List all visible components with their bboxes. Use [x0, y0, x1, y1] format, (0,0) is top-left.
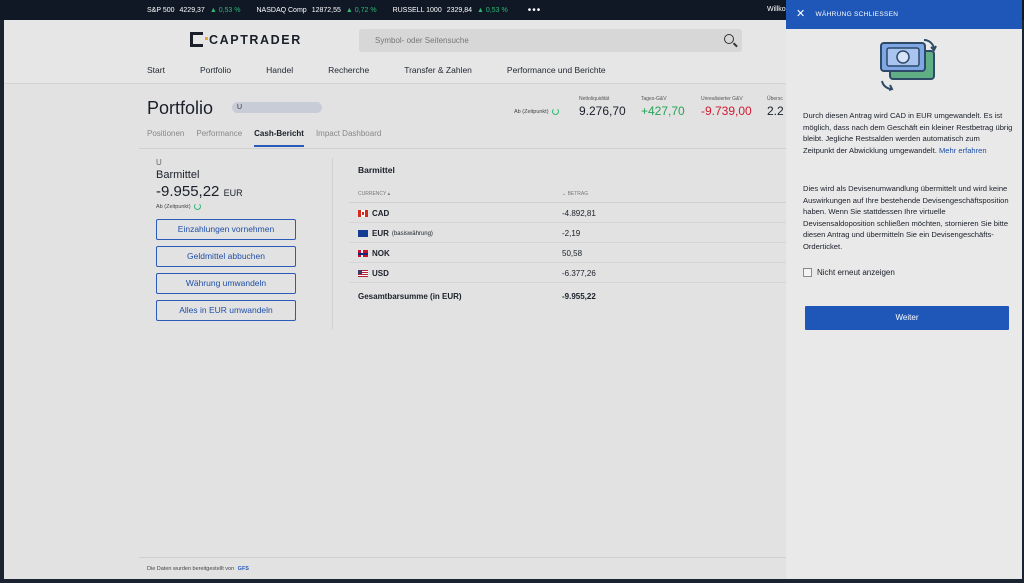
main-page: CAPTRADER Symbol- oder Seitensuche Start…	[4, 20, 786, 579]
tab-cash-bericht[interactable]: Cash-Bericht	[254, 129, 304, 147]
table-row[interactable]: NOK 50,58	[349, 243, 786, 263]
ticker-item-nasdaq[interactable]: NASDAQ Comp 12872,55 ▲ 0,72 %	[257, 7, 377, 14]
ticker-item-russell[interactable]: RUSSELL 1000 2329,84 ▲ 0,53 %	[393, 7, 508, 14]
dont-show-again-row[interactable]: Nicht erneut anzeigen	[803, 268, 895, 277]
currency-exchange-icon	[880, 38, 937, 91]
tabs-divider	[139, 148, 786, 149]
deposit-button[interactable]: Einzahlungen vornehmen	[156, 219, 296, 240]
cash-table-header: CURRENCY ▴ ⌄ BETRAG	[349, 181, 786, 203]
portfolio-tabs: Positionen Performance Cash-Bericht Impa…	[147, 129, 393, 147]
cash-table-title: Barmittel	[358, 165, 395, 175]
metric-excess: Übersc 2.2	[767, 96, 784, 118]
learn-more-link[interactable]: Mehr erfahren	[939, 146, 987, 155]
table-total-row: Gesamtbarsumme (in EUR) -9.955,22	[358, 292, 596, 301]
nav-item-portfolio[interactable]: Portfolio	[200, 65, 231, 75]
col-currency-header[interactable]: CURRENCY ▴	[358, 191, 390, 197]
table-row[interactable]: CAD -4.892,81	[349, 203, 786, 223]
footer-divider	[139, 557, 786, 558]
welcome-text: Willko	[767, 6, 786, 13]
usa-flag-icon	[358, 270, 368, 277]
continue-button[interactable]: Weiter	[805, 306, 1009, 330]
eu-flag-icon	[358, 230, 368, 237]
data-provider-footer: Die Daten wurden bereitgestellt von GFS	[147, 566, 249, 572]
cash-table-panel: Barmittel CURRENCY ▴ ⌄ BETRAG CAD -4.892…	[349, 165, 786, 309]
ticker-item-sp500[interactable]: S&P 500 4229,37 ▲ 0,53 %	[147, 7, 241, 14]
col-amount-header[interactable]: ⌄ BETRAG	[562, 191, 588, 197]
canada-flag-icon	[358, 210, 368, 217]
nav-item-start[interactable]: Start	[147, 65, 165, 75]
drawer-title: WÄHRUNG SCHLIESSEN	[815, 11, 899, 18]
account-id: U	[156, 158, 162, 167]
main-nav: Start Portfolio Handel Recherche Transfe…	[147, 65, 641, 75]
nav-item-transfer[interactable]: Transfer & Zahlen	[404, 65, 472, 75]
convert-all-eur-button[interactable]: Alles in EUR umwandeln	[156, 300, 296, 321]
dont-show-again-checkbox[interactable]	[803, 268, 812, 277]
metric-daily-pnl: Tages-G&V +427,70	[641, 96, 685, 118]
page-title: Portfolio	[147, 98, 214, 118]
close-icon[interactable]: ✕	[796, 9, 806, 20]
ticker-more-icon[interactable]: •••	[528, 5, 542, 16]
drawer-paragraph-2: Dies wird als Devisenumwandlung übermitt…	[803, 184, 1009, 251]
cash-summary-panel: U Barmittel -9.955,22 EUR Ab (Zeitpunkt)…	[156, 158, 316, 321]
refresh-icon[interactable]	[552, 108, 560, 115]
norway-flag-icon	[358, 250, 368, 257]
refresh-icon[interactable]	[194, 203, 202, 210]
as-of-label: Ab (Zeitpunkt)	[514, 108, 560, 115]
search-icon[interactable]	[724, 34, 734, 44]
cash-as-of: Ab (Zeitpunkt)	[156, 203, 316, 210]
tab-positionen[interactable]: Positionen	[147, 129, 184, 147]
table-row[interactable]: USD -6.377,26	[349, 263, 786, 283]
metric-unrealized-pnl: Unrealisierter G&V -9.739,00	[701, 96, 752, 118]
convert-currency-button[interactable]: Währung umwandeln	[156, 273, 296, 294]
withdraw-button[interactable]: Geldmittel abbuchen	[156, 246, 296, 267]
drawer-header: ✕ WÄHRUNG SCHLIESSEN	[786, 0, 1022, 29]
cash-title: Barmittel	[156, 169, 200, 181]
panel-divider	[332, 158, 333, 329]
search-input[interactable]: Symbol- oder Seitensuche	[359, 29, 742, 52]
table-row[interactable]: EUR (basiswährung) -2,19	[349, 223, 786, 243]
window-bottom-edge	[0, 579, 1024, 583]
nav-item-handel[interactable]: Handel	[266, 65, 293, 75]
site-header: CAPTRADER Symbol- oder Seitensuche Start…	[4, 20, 786, 84]
gfs-logo[interactable]: GFS	[238, 566, 249, 572]
cash-amount: -9.955,22 EUR	[156, 183, 243, 200]
convert-currency-drawer: ✕ WÄHRUNG SCHLIESSEN Durch diesen Antrag…	[786, 0, 1022, 579]
nav-item-recherche[interactable]: Recherche	[328, 65, 369, 75]
captrader-logo[interactable]: CAPTRADER	[190, 32, 302, 47]
tab-impact-dashboard[interactable]: Impact Dashboard	[316, 129, 381, 147]
account-selector[interactable]: U	[232, 102, 322, 113]
metric-net-liquidity: Nettoliquidität 9.276,70	[579, 96, 626, 118]
tab-performance[interactable]: Performance	[196, 129, 242, 147]
drawer-paragraph-1: Durch diesen Antrag wird CAD in EUR umge…	[803, 111, 1013, 155]
logo-mark-icon	[190, 32, 208, 47]
nav-item-performance[interactable]: Performance und Berichte	[507, 65, 606, 75]
